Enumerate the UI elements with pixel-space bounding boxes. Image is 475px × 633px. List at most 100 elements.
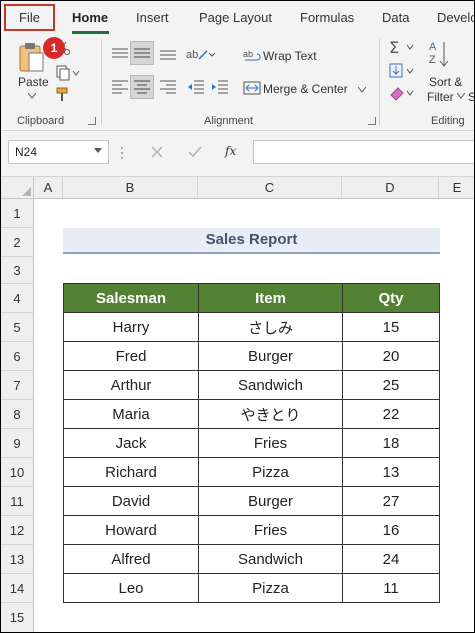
row-header[interactable]: 5: [1, 313, 34, 342]
name-box[interactable]: N24: [8, 140, 109, 164]
cell-item[interactable]: Fries: [198, 428, 343, 458]
alignment-launcher[interactable]: [368, 117, 376, 125]
align-bottom-icon[interactable]: [159, 47, 177, 61]
cell-item[interactable]: Pizza: [198, 457, 343, 487]
tab-file[interactable]: File: [19, 10, 40, 25]
sort-filter-label-2[interactable]: Filter: [427, 90, 454, 104]
align-right-icon[interactable]: [159, 79, 177, 95]
align-middle-icon[interactable]: [133, 47, 151, 61]
row-header[interactable]: 6: [1, 342, 34, 371]
cell-qty[interactable]: 13: [342, 457, 440, 487]
row-header[interactable]: 13: [1, 545, 34, 574]
report-title[interactable]: Sales Report: [63, 228, 440, 254]
sort-filter-label-1[interactable]: Sort &: [429, 75, 462, 89]
merge-center-icon[interactable]: [243, 81, 261, 95]
row-header[interactable]: 4: [1, 284, 34, 313]
merge-center-button[interactable]: Merge & Center: [263, 82, 348, 96]
cell-qty[interactable]: 20: [342, 341, 440, 371]
cell-salesman[interactable]: Fred: [63, 341, 199, 371]
cell-qty[interactable]: 25: [342, 370, 440, 400]
cell-salesman[interactable]: Howard: [63, 515, 199, 545]
row-header[interactable]: 15: [1, 603, 34, 632]
fill-icon[interactable]: [389, 63, 417, 79]
cell-item[interactable]: Burger: [198, 486, 343, 516]
wrap-text-button[interactable]: Wrap Text: [263, 49, 317, 63]
autosum-icon[interactable]: Σ: [389, 39, 417, 55]
align-left-icon[interactable]: [111, 79, 129, 95]
cell-salesman[interactable]: David: [63, 486, 199, 516]
row-header[interactable]: 9: [1, 429, 34, 458]
cell-qty[interactable]: 11: [342, 573, 440, 603]
column-header-e[interactable]: E: [439, 177, 474, 199]
header-item[interactable]: Item: [198, 283, 343, 313]
tab-home[interactable]: Home: [72, 10, 108, 25]
cell-salesman[interactable]: Jack: [63, 428, 199, 458]
tab-developer[interactable]: Develc: [437, 10, 474, 25]
cell-qty[interactable]: 22: [342, 399, 440, 429]
increase-indent-icon[interactable]: [211, 79, 229, 95]
cell-salesman[interactable]: Maria: [63, 399, 199, 429]
tab-formulas[interactable]: Formulas: [300, 10, 354, 25]
tab-data[interactable]: Data: [382, 10, 409, 25]
drag-handle-icon[interactable]: [120, 146, 124, 160]
enter-icon[interactable]: [188, 146, 202, 158]
paste-icon[interactable]: [17, 41, 45, 73]
header-qty[interactable]: Qty: [342, 283, 440, 313]
cell-qty[interactable]: 27: [342, 486, 440, 516]
copy-icon[interactable]: [56, 65, 80, 81]
column-header-a[interactable]: A: [34, 177, 63, 199]
select-all-corner[interactable]: [1, 177, 34, 199]
insert-function-button[interactable]: fx: [225, 144, 236, 158]
svg-text:Σ: Σ: [389, 39, 399, 55]
column-header-b[interactable]: B: [63, 177, 198, 199]
cell-item[interactable]: Fries: [198, 515, 343, 545]
cell-qty[interactable]: 15: [342, 312, 440, 342]
clipboard-launcher[interactable]: [88, 117, 96, 125]
chevron-down-icon[interactable]: [358, 87, 366, 93]
align-top-icon[interactable]: [111, 47, 129, 61]
cell-item[interactable]: やきとり: [198, 399, 343, 429]
sort-filter-icon[interactable]: AZ: [429, 39, 451, 73]
cell-salesman[interactable]: Alfred: [63, 544, 199, 574]
column-header-c[interactable]: C: [198, 177, 342, 199]
row-header[interactable]: 11: [1, 487, 34, 516]
cell-item[interactable]: さしみ: [198, 312, 343, 342]
row-header[interactable]: 3: [1, 257, 34, 284]
ribbon-tab-bar: File Home Insert Page Layout Formulas Da…: [1, 1, 474, 35]
row-header[interactable]: 1: [1, 199, 34, 228]
cell-item[interactable]: Pizza: [198, 573, 343, 603]
chevron-down-icon[interactable]: [28, 93, 36, 99]
row-header[interactable]: 2: [1, 228, 34, 257]
decrease-indent-icon[interactable]: [187, 79, 205, 95]
cell-item[interactable]: Sandwich: [198, 370, 343, 400]
column-header-d[interactable]: D: [342, 177, 439, 199]
cell-salesman[interactable]: Richard: [63, 457, 199, 487]
cell-qty[interactable]: 16: [342, 515, 440, 545]
tab-page-layout[interactable]: Page Layout: [199, 10, 272, 25]
chevron-down-icon[interactable]: [457, 93, 465, 99]
row-header[interactable]: 14: [1, 574, 34, 603]
row-header[interactable]: 12: [1, 516, 34, 545]
clear-icon[interactable]: [389, 85, 417, 101]
cell-item[interactable]: Sandwich: [198, 544, 343, 574]
cancel-icon[interactable]: [151, 146, 163, 158]
cell-salesman[interactable]: Arthur: [63, 370, 199, 400]
cell-salesman[interactable]: Harry: [63, 312, 199, 342]
cell-qty[interactable]: 18: [342, 428, 440, 458]
formula-input[interactable]: [253, 140, 474, 164]
align-center-icon[interactable]: [133, 79, 151, 95]
format-painter-icon[interactable]: [56, 87, 72, 103]
cell-salesman[interactable]: Leo: [63, 573, 199, 603]
row-header[interactable]: 10: [1, 458, 34, 487]
orientation-icon[interactable]: ab: [185, 45, 215, 63]
cell-qty[interactable]: 24: [342, 544, 440, 574]
tab-insert[interactable]: Insert: [136, 10, 169, 25]
find-select-label[interactable]: S: [468, 90, 474, 104]
paste-button[interactable]: Paste: [18, 75, 49, 89]
row-header[interactable]: 7: [1, 371, 34, 400]
row-header[interactable]: 8: [1, 400, 34, 429]
chevron-down-icon[interactable]: [94, 148, 102, 153]
header-salesman[interactable]: Salesman: [63, 283, 199, 313]
wrap-text-icon[interactable]: ab: [243, 47, 261, 63]
cell-item[interactable]: Burger: [198, 341, 343, 371]
